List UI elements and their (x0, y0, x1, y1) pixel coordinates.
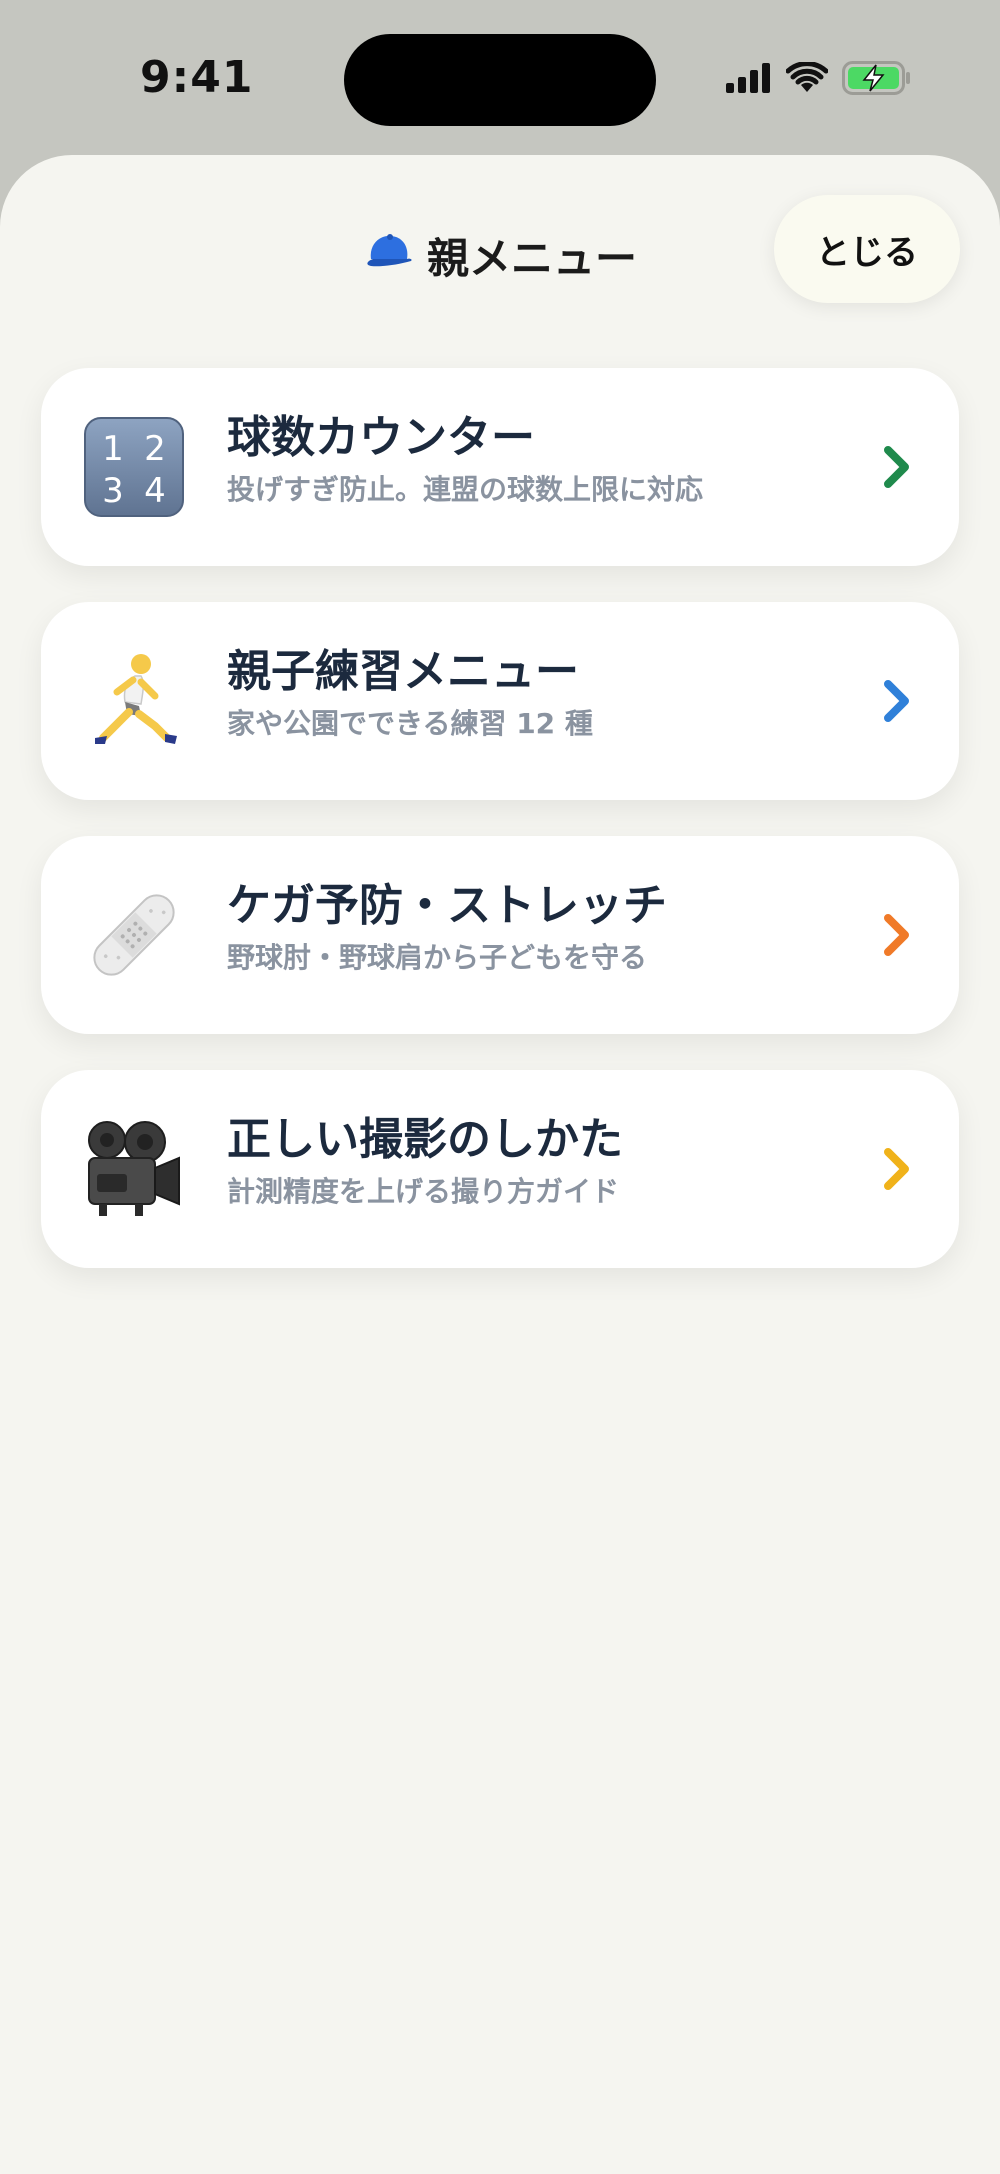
chevron-right-icon (884, 446, 909, 488)
menu-item-text: ケガ予防・ストレッチ 野球肘・野球肩から子どもを守る (227, 878, 667, 978)
menu-item-text: 正しい撮影のしかた 計測精度を上げる撮り方ガイド (227, 1112, 623, 1212)
cellular-signal-icon (726, 63, 772, 97)
menu-item-pitch-counter[interactable]: 1 2 3 4 球数カウンター 投げすぎ防止。連盟の球数上限に対応 (41, 368, 959, 566)
dynamic-island (344, 34, 656, 126)
menu-item-subtitle: 投げすぎ防止。連盟の球数上限に対応 (227, 473, 704, 506)
movie-camera-icon (83, 1118, 185, 1220)
menu-item-text: 親子練習メニュー 家や公園でできる練習 12 種 (227, 644, 593, 744)
status-bar: 9:41 (0, 0, 1000, 155)
menu-item-subtitle: 計測精度を上げる撮り方ガイド (227, 1175, 620, 1208)
bandage-icon (83, 884, 185, 986)
cap-icon (363, 231, 415, 281)
close-button[interactable]: とじる (774, 195, 960, 303)
menu-list: 1 2 3 4 球数カウンター 投げすぎ防止。連盟の球数上限に対応 親子練習メニ… (41, 368, 959, 1304)
menu-item-practice-menu[interactable]: 親子練習メニュー 家や公園でできる練習 12 種 (41, 602, 959, 800)
keypad-digit: 1 (102, 429, 124, 469)
numbers-1234-icon: 1 2 3 4 (83, 416, 185, 518)
menu-item-title: 親子練習メニュー (227, 646, 579, 697)
battery-charging-icon (842, 61, 912, 99)
menu-item-title: ケガ予防・ストレッチ (227, 880, 667, 931)
chevron-right-icon (884, 914, 909, 956)
menu-item-title: 球数カウンター (227, 412, 535, 463)
status-icons (726, 60, 912, 100)
keypad-digit: 3 (102, 471, 124, 511)
chevron-right-icon (884, 680, 909, 722)
menu-item-subtitle: 野球肘・野球肩から子どもを守る (227, 941, 648, 974)
menu-item-filming-guide[interactable]: 正しい撮影のしかた 計測精度を上げる撮り方ガイド (41, 1070, 959, 1268)
runner-icon (83, 650, 185, 752)
menu-item-title: 正しい撮影のしかた (227, 1114, 623, 1165)
chevron-right-icon (884, 1148, 909, 1190)
keypad-digit: 4 (144, 471, 166, 511)
wifi-icon (785, 61, 829, 98)
menu-item-text: 球数カウンター 投げすぎ防止。連盟の球数上限に対応 (227, 410, 703, 510)
keypad-digit: 2 (144, 429, 166, 469)
status-time: 9:41 (140, 52, 254, 103)
menu-item-subtitle: 家や公園でできる練習 12 種 (227, 707, 593, 740)
sheet-title-text: 親メニュー (426, 234, 637, 283)
menu-sheet: 親メニュー とじる 1 2 3 4 球数カウンター 投げすぎ防止。連盟の球数上限… (0, 155, 1000, 2174)
menu-item-injury-prevention[interactable]: ケガ予防・ストレッチ 野球肘・野球肩から子どもを守る (41, 836, 959, 1034)
